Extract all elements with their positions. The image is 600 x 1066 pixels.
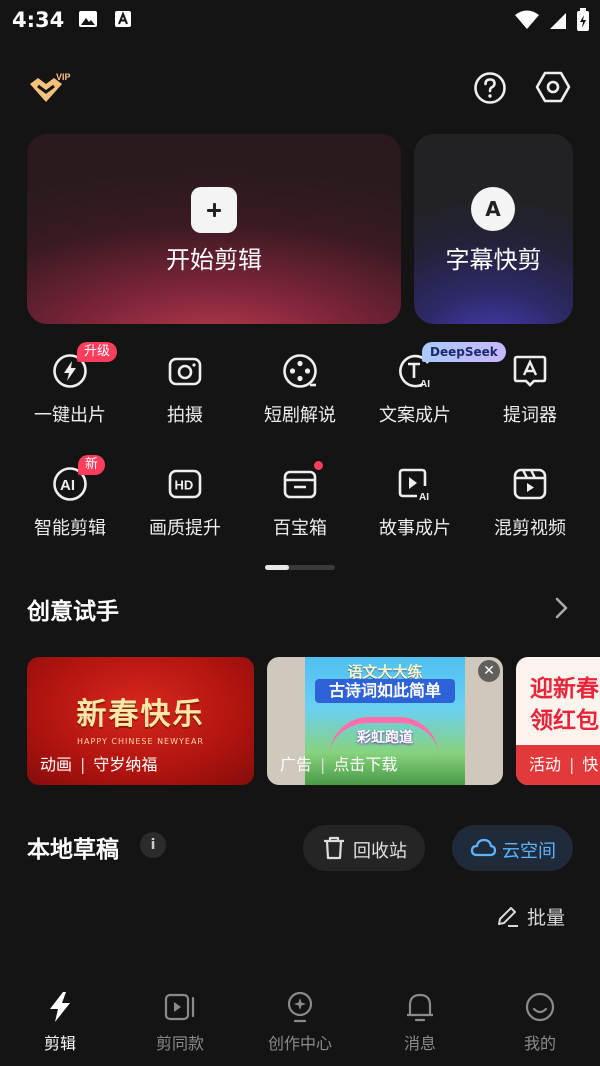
edit-pencil-icon bbox=[498, 907, 518, 927]
card-art-title: 新春快乐 bbox=[76, 697, 205, 732]
tool-one-click[interactable]: 一键出片 bbox=[15, 353, 125, 443]
recycle-bin-label: 回收站 bbox=[353, 841, 407, 862]
subtitle-edit-card[interactable]: A 字幕快剪 bbox=[414, 134, 573, 324]
trash-icon bbox=[324, 836, 344, 860]
tool-quality[interactable]: HD 画质提升 bbox=[130, 466, 240, 556]
tool-label: 画质提升 bbox=[149, 518, 221, 539]
status-time: 4:34 bbox=[12, 8, 65, 32]
svg-text:AI: AI bbox=[419, 492, 429, 502]
nav-label: 创作中心 bbox=[267, 1034, 332, 1053]
settings-icon[interactable] bbox=[535, 69, 571, 105]
start-edit-label: 开始剪辑 bbox=[166, 246, 262, 274]
svg-text:HD: HD bbox=[175, 478, 194, 493]
creative-card-event[interactable]: 迎新春 领红包 活动 | 快 bbox=[516, 657, 600, 785]
cloud-space-label: 云空间 bbox=[502, 841, 556, 862]
signal-icon bbox=[550, 13, 566, 29]
start-edit-card[interactable]: 开始剪辑 bbox=[27, 134, 401, 324]
card-art-title: 迎新春 领红包 bbox=[530, 676, 599, 734]
template-icon bbox=[164, 993, 195, 1021]
subtitle-a-icon: A bbox=[471, 187, 515, 231]
tool-mix-video[interactable]: 混剪视频 bbox=[475, 466, 585, 556]
toolbox-icon bbox=[283, 470, 317, 499]
nav-label: 剪辑 bbox=[43, 1034, 76, 1053]
subtitle-edit-label: 字幕快剪 bbox=[445, 246, 542, 274]
svg-text:AI: AI bbox=[420, 379, 430, 389]
bell-icon bbox=[407, 993, 433, 1022]
info-icon[interactable]: i bbox=[140, 832, 166, 858]
lightning-icon bbox=[50, 992, 70, 1022]
tool-copywriting[interactable]: AI 文案成片 bbox=[360, 353, 470, 443]
app-notification-icon bbox=[115, 11, 131, 27]
batch-label: 批量 bbox=[527, 907, 566, 929]
clapper-icon bbox=[513, 468, 547, 500]
wifi-icon bbox=[515, 10, 539, 29]
tool-label: 智能剪辑 bbox=[34, 518, 106, 539]
cloud-icon bbox=[470, 838, 496, 857]
card-caption: 动画 | 守岁纳福 bbox=[40, 755, 158, 774]
card-art-subtitle: HAPPY CHINESE NEWYEAR bbox=[77, 737, 204, 746]
bulb-icon bbox=[287, 991, 313, 1023]
tool-toolbox[interactable]: 百宝箱 bbox=[245, 466, 355, 556]
nav-label: 剪同款 bbox=[155, 1034, 204, 1053]
tool-label: 短剧解说 bbox=[264, 405, 336, 426]
camera-icon bbox=[168, 357, 202, 386]
ad-graphic-text: 彩虹跑道 bbox=[357, 730, 413, 746]
batch-button[interactable]: 批量 bbox=[495, 902, 575, 930]
nav-profile[interactable]: 我的 bbox=[480, 990, 600, 1056]
tool-label: 故事成片 bbox=[379, 518, 451, 539]
tool-label: 拍摄 bbox=[167, 405, 203, 426]
svg-text:AI: AI bbox=[60, 477, 75, 494]
close-ad-icon[interactable]: ✕ bbox=[478, 660, 500, 682]
hd-icon: HD bbox=[168, 469, 202, 499]
video-ai-icon: AI bbox=[398, 468, 429, 502]
nav-label: 我的 bbox=[523, 1034, 556, 1053]
tool-label: 百宝箱 bbox=[273, 518, 327, 539]
creative-section-title: 创意试手 bbox=[27, 599, 119, 625]
tool-shoot[interactable]: 拍摄 bbox=[130, 353, 240, 443]
nav-creator[interactable]: 创作中心 bbox=[240, 990, 360, 1056]
tool-label: 提词器 bbox=[503, 405, 557, 426]
battery-icon bbox=[577, 8, 589, 31]
page-indicator bbox=[265, 565, 335, 570]
tool-drama[interactable]: 短剧解说 bbox=[245, 353, 355, 443]
ad-subheadline: 古诗词如此简单 bbox=[315, 679, 455, 703]
recycle-bin-button[interactable]: 回收站 bbox=[303, 825, 425, 871]
tool-smart-edit[interactable]: AI 智能剪辑 bbox=[15, 466, 125, 556]
tool-story[interactable]: AI 故事成片 bbox=[360, 466, 470, 556]
teleprompter-icon bbox=[513, 355, 547, 387]
tool-label: 文案成片 bbox=[379, 405, 451, 426]
plus-icon bbox=[191, 187, 237, 233]
gallery-notification-icon bbox=[79, 11, 97, 27]
smile-icon bbox=[525, 992, 555, 1022]
notification-dot bbox=[314, 461, 323, 470]
film-reel-icon bbox=[283, 354, 317, 388]
cloud-space-button[interactable]: 云空间 bbox=[452, 825, 573, 871]
vip-logo-icon[interactable]: VIP bbox=[26, 68, 76, 108]
card-caption: 活动 | 快 bbox=[529, 755, 599, 774]
nav-edit[interactable]: 剪辑 bbox=[0, 990, 120, 1056]
help-icon[interactable] bbox=[473, 71, 507, 105]
nav-template[interactable]: 剪同款 bbox=[120, 990, 240, 1056]
nav-messages[interactable]: 消息 bbox=[360, 990, 480, 1056]
nav-label: 消息 bbox=[403, 1034, 436, 1053]
chevron-right-icon[interactable] bbox=[552, 596, 570, 620]
tool-teleprompter[interactable]: 提词器 bbox=[475, 353, 585, 443]
svg-text:VIP: VIP bbox=[56, 72, 71, 82]
tool-label: 混剪视频 bbox=[494, 518, 566, 539]
card-caption: 广告 | 点击下载 bbox=[280, 755, 398, 774]
creative-card-ad[interactable]: 语文大大练 古诗词如此简单 彩虹跑道 ✕ 广告 | 点击下载 bbox=[267, 657, 503, 785]
creative-card-new-year[interactable]: 新春快乐 HAPPY CHINESE NEWYEAR 动画 | 守岁纳福 bbox=[27, 657, 254, 785]
new-badge: 新 bbox=[78, 455, 106, 475]
status-bar: 4:34 bbox=[0, 0, 600, 40]
tool-label: 一键出片 bbox=[34, 405, 106, 426]
upgrade-badge: 升级 bbox=[77, 342, 118, 362]
drafts-section-title: 本地草稿 bbox=[27, 837, 119, 863]
